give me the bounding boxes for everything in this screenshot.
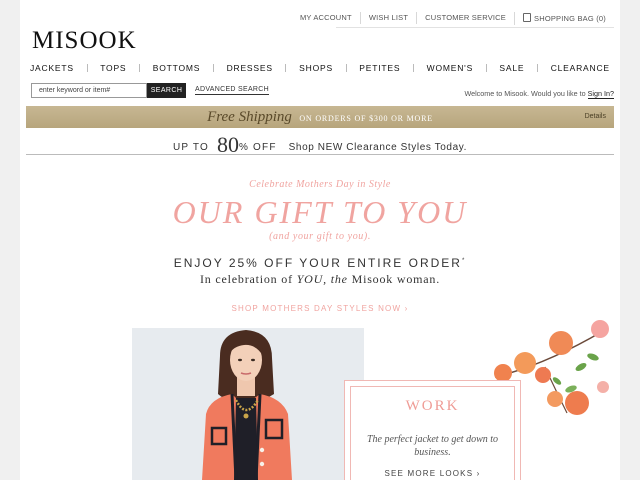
celebrate-pre: In celebration of <box>199 272 293 286</box>
free-shipping-terms: ON ORDERS OF $300 OR MORE <box>299 114 433 123</box>
sign-in-link[interactable]: Sign In? <box>587 89 614 99</box>
clearance-shop-text: Shop NEW Clearance Styles Today. <box>288 142 467 153</box>
celebrate-the: the <box>330 272 348 286</box>
nav-divider <box>537 64 539 72</box>
see-more-looks-link[interactable]: SEE MORE LOOKS › <box>345 469 520 478</box>
free-shipping-script: Free Shipping <box>207 109 292 125</box>
nav-divider <box>86 64 88 72</box>
welcome-text: Welcome to Misook. Would you like to <box>464 89 586 98</box>
clearance-percent: 80 <box>216 132 239 157</box>
site-logo[interactable]: MISOOK <box>32 27 137 55</box>
utility-divider <box>336 27 614 28</box>
advanced-search-link[interactable]: ADVANCED SEARCH <box>195 85 269 95</box>
nav-divider <box>212 64 214 72</box>
shop-mothers-day-link[interactable]: SHOP MOTHERS DAY STYLES NOW › <box>20 304 620 313</box>
shopping-bag-icon <box>523 12 531 22</box>
model-illustration <box>202 330 292 480</box>
my-account-link[interactable]: MY ACCOUNT <box>292 12 360 24</box>
hero-subtitle: (and your gift to you). <box>269 231 371 242</box>
clearance-up-to: UP TO <box>172 142 209 153</box>
utility-links: MY ACCOUNT WISH LIST CUSTOMER SERVICE SH… <box>292 11 614 25</box>
nav-sale[interactable]: SALE <box>499 61 524 75</box>
nav-jackets[interactable]: JACKETS <box>30 61 74 75</box>
welcome-message: Welcome to Misook. Would you like to Sig… <box>464 89 614 99</box>
nav-tops[interactable]: TOPS <box>100 61 126 75</box>
hero-discount: ENJOY 25% OFF YOUR ENTIRE ORDER* <box>20 256 620 270</box>
wish-list-link[interactable]: WISH LIST <box>359 12 416 24</box>
clearance-off: % OFF <box>238 142 277 153</box>
hero-celebrate: In celebration of YOU, the Misook woman. <box>20 272 620 287</box>
nav-divider <box>285 64 287 72</box>
shopping-bag-link[interactable]: SHOPPING BAG (0) <box>514 11 614 25</box>
nav-divider <box>345 64 347 72</box>
hero-discount-text: ENJOY 25% OFF YOUR ENTIRE ORDER <box>173 256 462 270</box>
celebrate-post: Misook woman. <box>351 272 441 286</box>
hero-kicker: Celebrate Mothers Day in Style <box>249 179 391 190</box>
work-description: The perfect jacket to get down to busine… <box>366 434 499 458</box>
model-photo[interactable] <box>132 328 364 480</box>
shopping-bag-label: SHOPPING BAG <box>534 13 594 23</box>
page: MY ACCOUNT WISH LIST CUSTOMER SERVICE SH… <box>20 0 620 480</box>
nav-shops[interactable]: SHOPS <box>299 61 333 75</box>
nav-clearance[interactable]: CLEARANCE <box>551 61 610 75</box>
nav-divider <box>485 64 487 72</box>
shipping-details-link[interactable]: Details <box>585 106 606 128</box>
nav-petites[interactable]: PETITES <box>359 61 400 75</box>
main-nav: JACKETS TOPS BOTTOMS DRESSES SHOPS PETIT… <box>20 61 620 75</box>
work-card[interactable]: WORK The perfect jacket to get down to b… <box>344 380 521 480</box>
customer-service-link[interactable]: CUSTOMER SERVICE <box>416 12 514 24</box>
clearance-promo[interactable]: UP TO 80% OFF Shop NEW Clearance Styles … <box>26 130 614 157</box>
shopping-bag-count: (0) <box>596 13 606 23</box>
work-title: WORK <box>405 398 460 414</box>
free-shipping-banner[interactable]: Free Shipping ON ORDERS OF $300 OR MORE … <box>26 106 614 128</box>
hero-discount-asterisk: * <box>461 258 467 264</box>
celebrate-you: YOU, <box>296 272 327 286</box>
hero-title: OUR GIFT TO YOU <box>172 194 468 230</box>
search-input[interactable]: enter keyword or item# <box>31 83 147 98</box>
nav-bottoms[interactable]: BOTTOMS <box>153 61 200 75</box>
nav-divider <box>139 64 141 72</box>
search-button[interactable]: SEARCH <box>147 83 186 98</box>
nav-divider <box>412 64 414 72</box>
nav-womens[interactable]: WOMEN'S <box>427 61 473 75</box>
nav-dresses[interactable]: DRESSES <box>227 61 273 75</box>
